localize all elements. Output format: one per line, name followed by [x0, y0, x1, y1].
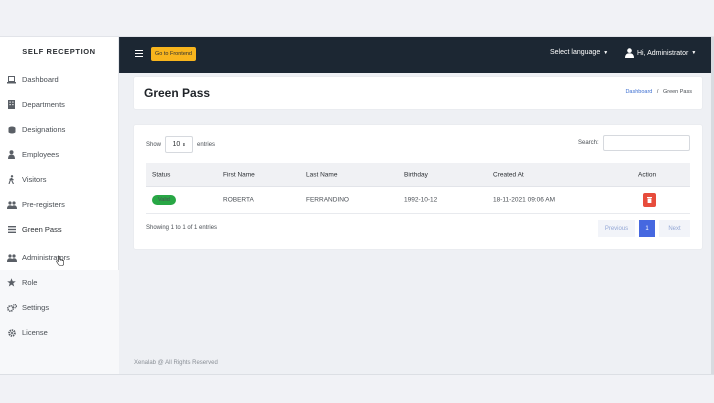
sidebar-item-label: Pre-registers [22, 200, 65, 209]
entries-label: entries [197, 141, 216, 148]
users-cog-icon [6, 252, 17, 263]
column-header-created-at[interactable]: Created At [493, 171, 524, 178]
cell-birthday: 1992-10-12 [404, 196, 438, 204]
window-top-strip [0, 0, 714, 37]
page-header: Green Pass Dashboard / Green Pass [134, 77, 702, 109]
search-label: Search: [578, 140, 599, 146]
go-to-frontend-button[interactable]: Go to Frontend [151, 47, 196, 61]
column-header-action: Action [638, 171, 657, 178]
building-icon [6, 99, 17, 110]
trash-icon [647, 197, 652, 203]
top-navbar: Go to Frontend Select language ▼ Hi, Admi… [119, 37, 714, 73]
user-icon [625, 48, 634, 58]
status-badge: Valid [152, 195, 176, 205]
language-selector-label: Select language [550, 49, 601, 56]
sidebar: SELF RECEPTION Dashboard Departments Des… [0, 37, 119, 374]
cell-last-name: FERRANDINO [306, 196, 349, 204]
sidebar-item-green-pass[interactable]: Green Pass [0, 217, 119, 242]
sort-arrows-icon: ⬍ [182, 142, 186, 147]
hamburger-menu-icon[interactable] [135, 50, 143, 58]
list-icon [6, 224, 17, 235]
breadcrumb-dashboard-link[interactable]: Dashboard [625, 89, 652, 95]
column-header-first-name[interactable]: First Name [223, 171, 255, 178]
sidebar-item-pre-registers[interactable]: Pre-registers [0, 192, 119, 217]
sidebar-item-visitors[interactable]: Visitors [0, 167, 119, 192]
search-input[interactable] [602, 135, 690, 151]
sidebar-item-label: Departments [22, 100, 65, 109]
laptop-icon [6, 74, 17, 85]
sidebar-item-label: Dashboard [22, 75, 59, 84]
page-title: Green Pass [144, 86, 211, 100]
caret-down-icon: ▼ [691, 50, 697, 56]
cell-first-name: ROBERTA [223, 196, 254, 204]
hand-cursor-icon [56, 255, 64, 266]
layers-icon [6, 124, 17, 135]
window-bottom-strip [0, 374, 714, 403]
user-menu[interactable]: Hi, Administrator ▼ [625, 48, 696, 58]
sidebar-item-label: Green Pass [22, 225, 62, 234]
entries-select-value: 10 [172, 141, 181, 148]
sidebar-item-license[interactable]: License [0, 320, 119, 345]
sidebar-item-departments[interactable]: Departments [0, 92, 119, 117]
cell-created-at: 18-11-2021 09:06 AM [493, 196, 556, 204]
sidebar-item-label: Visitors [22, 175, 47, 184]
pagination-next[interactable]: Next [659, 220, 690, 237]
walking-icon [6, 174, 17, 185]
table-row: Valid ROBERTA FERRANDINO 1992-10-12 18-1… [146, 187, 690, 214]
sidebar-item-label: Employees [22, 150, 60, 159]
language-selector[interactable]: Select language ▼ [550, 49, 608, 56]
column-header-birthday[interactable]: Birthday [404, 171, 428, 178]
user-menu-label: Hi, Administrator [637, 49, 689, 57]
footer-copyright: Xenalab @ All Rights Reserved [134, 360, 218, 366]
sidebar-item-label: Designations [22, 125, 66, 134]
gear-icon [6, 327, 17, 338]
gears-icon [6, 302, 17, 313]
sidebar-item-employees[interactable]: Employees [0, 142, 119, 167]
sidebar-item-role[interactable]: Role [0, 270, 119, 295]
sidebar-item-dashboard[interactable]: Dashboard [0, 67, 119, 92]
show-label: Show [146, 141, 162, 148]
breadcrumb-current: Green Pass [662, 89, 692, 95]
delete-button[interactable] [643, 193, 656, 207]
users-icon [6, 199, 17, 210]
column-header-status[interactable]: Status [152, 171, 170, 178]
sidebar-brand: SELF RECEPTION [22, 47, 96, 56]
green-pass-table-card: Show 10 ⬍ entries Search: Status First Na… [134, 125, 702, 249]
breadcrumb: Dashboard / Green Pass [625, 89, 692, 95]
column-header-last-name[interactable]: Last Name [306, 171, 337, 178]
caret-down-icon: ▼ [603, 50, 609, 56]
entries-length-control: Show 10 ⬍ entries [146, 136, 215, 153]
pagination-previous[interactable]: Previous [598, 220, 635, 237]
breadcrumb-separator: / [656, 89, 659, 95]
table-search: Search: [578, 135, 690, 151]
star-icon [6, 277, 17, 288]
sidebar-item-label: Settings [22, 303, 50, 312]
user-tie-icon [6, 149, 17, 160]
table-info: Showing 1 to 1 of 1 entries [146, 225, 218, 231]
sidebar-item-label: License [22, 328, 48, 337]
sidebar-item-designations[interactable]: Designations [0, 117, 119, 142]
sidebar-item-label: Role [22, 278, 38, 287]
table-header: Status First Name Last Name Birthday Cre… [146, 163, 690, 187]
sidebar-item-settings[interactable]: Settings [0, 295, 119, 320]
pagination-page-1[interactable]: 1 [639, 220, 655, 237]
entries-select[interactable]: 10 ⬍ [165, 136, 194, 153]
pagination: Previous 1 Next [598, 220, 690, 237]
